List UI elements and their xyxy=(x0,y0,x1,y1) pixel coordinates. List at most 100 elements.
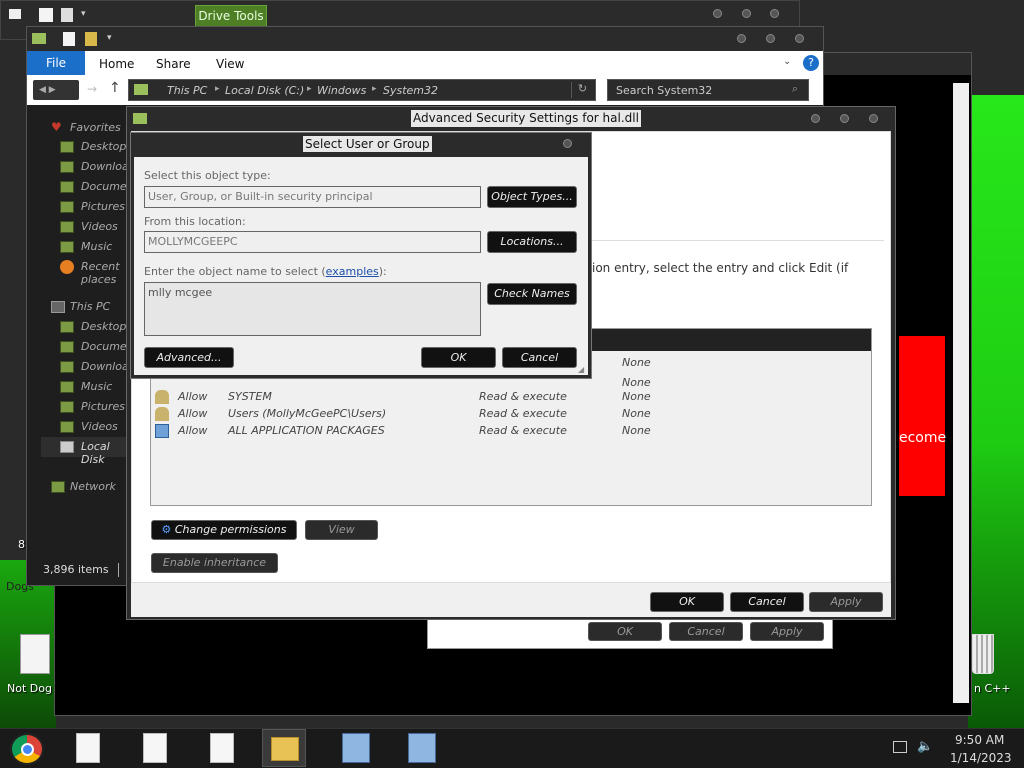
properties-icon[interactable] xyxy=(63,32,75,46)
nav-network[interactable]: Network xyxy=(70,480,116,493)
chrome-icon[interactable] xyxy=(10,733,44,765)
breadcrumb-windows[interactable]: Windows xyxy=(317,84,366,97)
folder-icon xyxy=(32,33,46,44)
close-icon[interactable] xyxy=(563,139,572,148)
expand-ribbon-icon[interactable]: ⌄ xyxy=(783,56,791,67)
up-icon[interactable]: ↑ xyxy=(109,80,121,96)
nav-this-pc[interactable]: This PC xyxy=(70,300,110,313)
search-icon[interactable]: ⌕ xyxy=(784,82,806,98)
maximize-icon[interactable] xyxy=(742,9,751,18)
close-icon[interactable] xyxy=(770,9,779,18)
chevron-right-icon[interactable]: ▸ xyxy=(307,84,312,94)
behind-ok-button[interactable]: OK xyxy=(588,622,662,641)
close-icon[interactable] xyxy=(795,34,804,43)
clock-time[interactable]: 9:50 AM xyxy=(955,733,1004,747)
tab-home[interactable]: Home xyxy=(99,57,134,71)
tab-file[interactable]: File xyxy=(27,51,85,75)
location-label: From this location: xyxy=(144,215,246,228)
chevron-down-icon[interactable]: ▾ xyxy=(107,33,112,43)
file-icon[interactable] xyxy=(210,733,234,763)
location-field: MOLLYMCGEEPC xyxy=(144,231,481,253)
nav-pc-pictures[interactable]: Pictures xyxy=(81,400,125,413)
scrollbar[interactable] xyxy=(953,83,969,703)
maximize-icon[interactable] xyxy=(766,34,775,43)
locations-button[interactable]: Locations... xyxy=(487,231,577,253)
file-icon[interactable] xyxy=(76,733,100,763)
enable-inheritance-button[interactable]: Enable inheritance xyxy=(151,553,278,573)
forward-icon[interactable]: → xyxy=(87,82,97,96)
file-icon[interactable] xyxy=(20,634,50,674)
change-permissions-button[interactable]: ⚙ Change permissions xyxy=(151,520,297,540)
desktop-label-not-dog[interactable]: Not Dog xyxy=(7,682,52,695)
select-user-body: Select this object type: User, Group, or… xyxy=(134,157,588,375)
breadcrumb-system32[interactable]: System32 xyxy=(383,84,438,97)
chevron-right-icon[interactable]: ▸ xyxy=(372,84,377,94)
nav-fav-recent[interactable]: Recent places xyxy=(81,260,127,286)
maximize-icon[interactable] xyxy=(840,114,849,123)
change-permissions-label: Change permissions xyxy=(174,523,287,536)
examples-link[interactable]: examples xyxy=(326,265,379,278)
select-user-dialog: Select User or Group Select this object … xyxy=(130,132,592,379)
nav-pc-desktop[interactable]: Desktop xyxy=(81,320,126,333)
row-users-principal: Users (MollyMcGeePC\Users) xyxy=(228,407,387,420)
taskbar-explorer-active[interactable] xyxy=(262,729,306,767)
nav-pc-videos[interactable]: Videos xyxy=(81,420,118,433)
network-setup-icon[interactable] xyxy=(408,733,436,763)
behind-apply-button[interactable]: Apply xyxy=(750,622,824,641)
network-setup-icon[interactable] xyxy=(342,733,370,763)
nav-pc-local-disk[interactable]: Local Disk xyxy=(81,440,127,466)
refresh-icon[interactable]: ↻ xyxy=(571,82,593,98)
new-folder-icon[interactable] xyxy=(85,32,97,46)
minimize-icon[interactable] xyxy=(737,34,746,43)
row-users-type: Allow xyxy=(178,407,208,420)
network-tray-icon[interactable] xyxy=(893,741,907,753)
cancel-button[interactable]: Cancel xyxy=(502,347,577,368)
view-button[interactable]: View xyxy=(305,520,378,540)
desktop-label-cpp[interactable]: n C++ xyxy=(974,682,1011,695)
ribbon-tab-drive-tools[interactable]: Drive Tools xyxy=(195,5,267,27)
adv-ok-button[interactable]: OK xyxy=(650,592,724,612)
ok-button[interactable]: OK xyxy=(421,347,496,368)
tab-view[interactable]: View xyxy=(216,57,244,71)
row-packages-access: Read & execute xyxy=(479,424,567,437)
file-icon[interactable] xyxy=(143,733,167,763)
nav-fav-pictures[interactable]: Pictures xyxy=(81,200,125,213)
nav-fav-videos[interactable]: Videos xyxy=(81,220,118,233)
desktop-label-num: 8 xyxy=(18,538,25,551)
search-box[interactable]: Search System32 ⌕ xyxy=(607,79,809,101)
adv-cancel-button[interactable]: Cancel xyxy=(730,592,804,612)
advanced-button[interactable]: Advanced... xyxy=(144,347,234,368)
enter-name-label-text: Enter the object name to select ( xyxy=(144,265,326,278)
object-name-input[interactable]: mlly mcgee xyxy=(144,282,481,336)
chevron-down-icon[interactable]: ▾ xyxy=(81,9,86,19)
new-folder-icon[interactable] xyxy=(61,8,73,22)
address-bar[interactable]: This PC ▸ Local Disk (C:) ▸ Windows ▸ Sy… xyxy=(128,79,596,101)
volume-icon[interactable]: 🔈 xyxy=(917,739,933,754)
tab-share[interactable]: Share xyxy=(156,57,191,71)
behind-cancel-button[interactable]: Cancel xyxy=(669,622,743,641)
recycle-bin-icon[interactable] xyxy=(972,634,994,674)
check-names-button[interactable]: Check Names xyxy=(487,283,577,305)
nav-fav-desktop[interactable]: Desktop xyxy=(81,140,126,153)
nav-fav-music[interactable]: Music xyxy=(81,240,112,253)
close-icon[interactable] xyxy=(869,114,878,123)
advanced-security-title: Advanced Security Settings for hal.dll xyxy=(411,110,641,127)
object-types-button[interactable]: Object Types... xyxy=(487,186,577,208)
adv-apply-button[interactable]: Apply xyxy=(809,592,883,612)
help-icon[interactable]: ? xyxy=(803,55,819,71)
object-type-label: Select this object type: xyxy=(144,169,271,182)
recent-places-icon xyxy=(60,260,74,274)
nav-pc-music[interactable]: Music xyxy=(81,380,112,393)
minimize-icon[interactable] xyxy=(811,114,820,123)
resize-grip-icon[interactable]: ◢ xyxy=(578,365,584,374)
minimize-icon[interactable] xyxy=(713,9,722,18)
back-forward-buttons[interactable]: ◀ ▶ xyxy=(33,80,79,100)
clock-date[interactable]: 1/14/2023 xyxy=(950,751,1012,765)
chevron-right-icon[interactable]: ▸ xyxy=(215,84,220,94)
network-icon xyxy=(51,481,65,493)
first-row-inherited: None xyxy=(622,356,651,369)
breadcrumb-local-disk[interactable]: Local Disk (C:) xyxy=(225,84,304,97)
properties-icon[interactable] xyxy=(39,8,53,22)
row-packages-inherited: None xyxy=(622,424,651,437)
breadcrumb-this-pc[interactable]: This PC xyxy=(167,84,207,97)
